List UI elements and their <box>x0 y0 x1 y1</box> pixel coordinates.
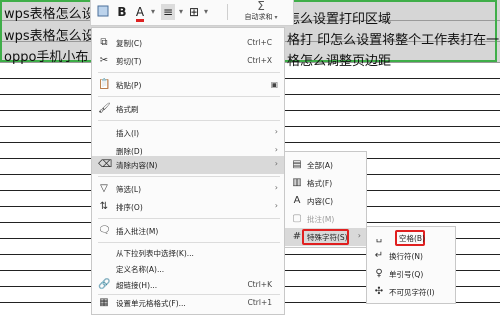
submenu-item-label: 批注(M) <box>307 215 335 224</box>
submenu-item-label: 空格(B) <box>399 234 425 243</box>
chevron-down-icon[interactable]: ▾ <box>202 4 210 20</box>
cell-text[interactable]: 格打 印怎么设置将整个工作表打在一页 <box>287 29 500 48</box>
submenu-item-invisible-chars[interactable]: ✣ 不可见字符(I) <box>367 283 455 301</box>
cell-text[interactable]: 怎么设置打印区域 <box>287 8 391 27</box>
menu-item-shortcut: Ctrl+X <box>247 56 272 65</box>
menu-item-shortcut: Ctrl+C <box>247 38 272 47</box>
menu-item-format-painter[interactable]: 🖌 格式刷 <box>92 100 284 118</box>
clear-all-icon: ▤ <box>292 159 302 170</box>
menu-item-paste[interactable]: 📋 粘贴(P) ▣ <box>92 76 284 94</box>
menu-item-label: 从下拉列表中选择(K)... <box>116 249 194 258</box>
chevron-down-icon[interactable]: ▾ <box>149 4 157 20</box>
chevron-right-icon: › <box>274 127 278 136</box>
menu-item-format-cells[interactable]: ▦ 设置单元格格式(F)... Ctrl+1 <box>92 294 284 312</box>
clear-format-icon: ▥ <box>292 177 302 188</box>
line-break-icon: ↵ <box>374 250 384 261</box>
align-button[interactable]: ≡ <box>161 4 175 20</box>
filter-icon: ▽ <box>100 183 108 194</box>
submenu-item-clear-all[interactable]: ▤ 全部(A) <box>285 156 366 174</box>
cut-icon: ✂ <box>99 55 109 66</box>
chevron-down-icon[interactable]: ▾ <box>177 4 185 20</box>
quote-icon: ♀ <box>375 268 383 279</box>
menu-item-label: 超链接(H)... <box>116 281 158 290</box>
menu-item-label: 插入批注(M) <box>116 227 159 236</box>
bold-button[interactable]: B <box>115 4 129 20</box>
submenu-item-single-quote[interactable]: ♀ 单引号(Q) <box>367 265 455 283</box>
cell-text[interactable]: 格怎么调整页边距 <box>287 50 391 69</box>
menu-item-label: 定义名称(A)... <box>116 265 165 274</box>
menu-item-label: 排序(O) <box>116 203 143 212</box>
submenu-item-clear-content[interactable]: A 内容(C) <box>285 192 366 210</box>
chevron-right-icon: › <box>357 231 361 240</box>
submenu-item-special-chars[interactable]: # 特殊字符(S) › <box>285 228 366 246</box>
chevron-right-icon: › <box>274 145 278 154</box>
submenu-item-label: 不可见字符(I) <box>389 288 435 297</box>
autosum-button[interactable]: 自动求和 ▾ <box>231 12 291 22</box>
submenu-item-label: 内容(C) <box>307 197 334 206</box>
menu-item-sort[interactable]: ⇅ 排序(O) › <box>92 198 284 216</box>
invisible-char-icon: ✣ <box>374 286 384 297</box>
mini-toolbar: B A ▾ ≡ ▾ ⊞ ▾ Σ 自动求和 ▾ <box>90 0 294 26</box>
format-painter-icon: 🖌 <box>98 103 111 114</box>
menu-item-shortcut: Ctrl+K <box>247 280 272 289</box>
copy-icon: ⧉ <box>100 37 108 48</box>
menu-item-hyperlink[interactable]: 🔗 超链接(H)... Ctrl+K <box>92 276 284 294</box>
clear-comment-icon: ▢ <box>292 213 302 224</box>
context-menu: ⧉ 复制(C) Ctrl+C ✂ 剪切(T) Ctrl+X 📋 粘贴(P) ▣ … <box>91 27 285 315</box>
menu-item-clear-contents[interactable]: ⌫ 清除内容(N) › <box>92 156 284 174</box>
submenu-item-label: 换行符(N) <box>389 252 423 261</box>
paste-options-icon[interactable]: ▣ <box>271 80 278 89</box>
submenu-item-clear-comment: ▢ 批注(M) <box>285 210 366 228</box>
menu-item-filter[interactable]: ▽ 筛选(L) › <box>92 180 284 198</box>
sort-icon: ⇅ <box>99 201 109 212</box>
chevron-right-icon: › <box>274 201 278 210</box>
menu-item-label: 清除内容(N) <box>116 161 158 170</box>
menu-divider <box>98 242 280 243</box>
autosum-label: 自动求和 <box>244 13 273 21</box>
submenu-item-clear-format[interactable]: ▥ 格式(F) <box>285 174 366 192</box>
menu-item-copy[interactable]: ⧉ 复制(C) Ctrl+C <box>92 34 284 52</box>
paste-icon: 📋 <box>98 79 111 90</box>
link-icon: 🔗 <box>98 279 111 290</box>
special-chars-submenu: ␣ 空格(B) ↵ 换行符(N) ♀ 单引号(Q) ✣ 不可见字符(I) <box>366 226 456 304</box>
font-color-button[interactable]: A <box>133 4 147 22</box>
submenu-item-label: 全部(A) <box>307 161 333 170</box>
menu-divider <box>98 218 280 219</box>
font-color-icon: A <box>135 5 145 22</box>
borders-button[interactable]: ⊞ <box>187 4 201 20</box>
menu-item-label: 设置单元格格式(F)... <box>116 299 186 308</box>
clear-content-icon: A <box>293 195 301 206</box>
chevron-right-icon: › <box>274 183 278 192</box>
menu-item-label: 复制(C) <box>116 39 143 48</box>
clear-contents-submenu: ▤ 全部(A) ▥ 格式(F) A 内容(C) ▢ 批注(M) # 特殊字符(S… <box>284 151 367 248</box>
menu-divider <box>98 96 280 97</box>
menu-item-label: 插入(I) <box>116 129 140 138</box>
format-cells-icon: ▦ <box>99 297 109 308</box>
menu-divider <box>98 120 280 121</box>
menu-item-insert[interactable]: 插入(I) › <box>92 124 284 142</box>
submenu-item-line-break[interactable]: ↵ 换行符(N) <box>367 247 455 265</box>
eraser-icon: ⌫ <box>98 159 113 170</box>
submenu-item-space[interactable]: ␣ 空格(B) <box>367 229 455 247</box>
submenu-item-label: 格式(F) <box>307 179 333 188</box>
menu-item-label: 筛选(L) <box>116 185 142 194</box>
menu-item-insert-comment[interactable]: 🗨 插入批注(M) <box>92 222 284 240</box>
menu-item-label: 粘贴(P) <box>116 81 142 90</box>
chevron-down-icon: ▾ <box>272 14 278 21</box>
menu-item-cut[interactable]: ✂ 剪切(T) Ctrl+X <box>92 52 284 70</box>
menu-item-shortcut: Ctrl+1 <box>247 298 272 307</box>
submenu-item-label: 单引号(Q) <box>389 270 424 279</box>
menu-divider <box>98 72 280 73</box>
comment-icon: 🗨 <box>98 225 111 236</box>
submenu-item-label: 特殊字符(S) <box>307 233 348 242</box>
chevron-right-icon: › <box>274 159 278 168</box>
space-icon: ␣ <box>375 232 383 243</box>
toolbar-divider <box>227 4 228 20</box>
menu-divider <box>98 176 280 177</box>
menu-item-label: 格式刷 <box>116 105 139 114</box>
paste-special-icon[interactable] <box>95 4 111 20</box>
menu-item-label: 剪切(T) <box>116 57 142 66</box>
